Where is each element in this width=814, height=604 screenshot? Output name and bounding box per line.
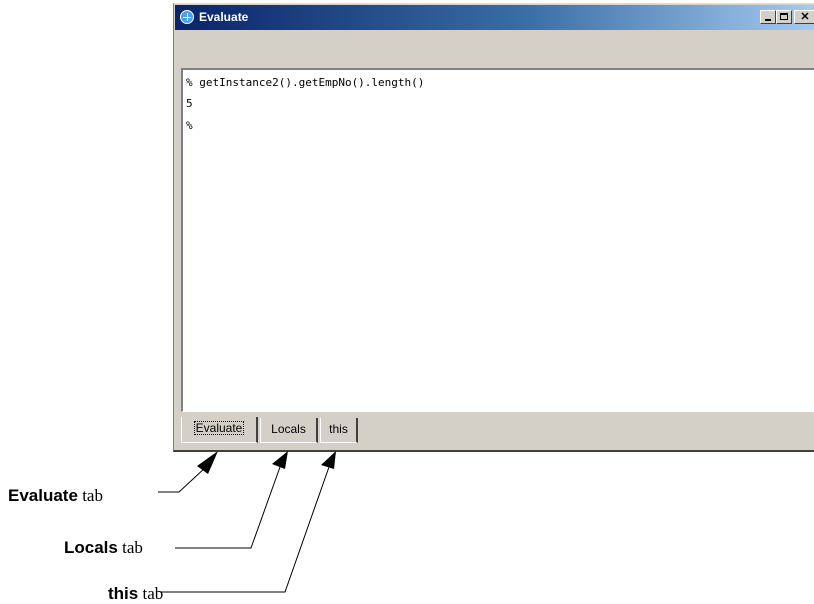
this-tab-callout: this tab xyxy=(108,584,164,603)
locals-tab-leader xyxy=(175,466,281,549)
evaluate-tab-leader xyxy=(158,466,207,493)
locals-tab-callout: Locals tab xyxy=(64,538,143,557)
callout-arrows xyxy=(158,451,336,593)
evaluate-tab-arrowhead xyxy=(197,451,218,474)
this-tab-arrowhead xyxy=(321,451,336,469)
locals-tab-arrowhead xyxy=(272,451,288,469)
evaluate-tab-callout: Evaluate tab xyxy=(8,486,103,505)
